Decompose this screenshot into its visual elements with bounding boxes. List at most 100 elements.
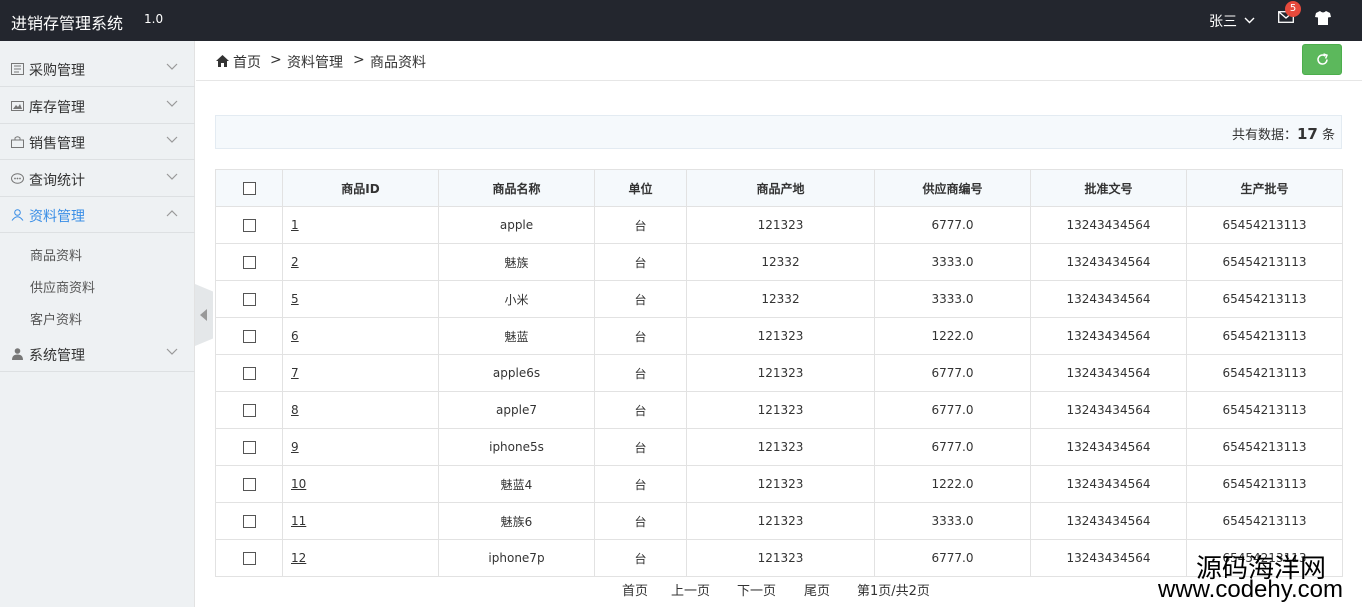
home-icon bbox=[216, 55, 229, 67]
document-icon bbox=[11, 63, 24, 75]
chat-icon bbox=[11, 173, 24, 184]
table-cell: 65454213113 bbox=[1186, 354, 1343, 392]
sidebar-collapse-toggle[interactable] bbox=[195, 284, 213, 346]
table-cell: 台 bbox=[594, 465, 687, 503]
table-cell: 13243434564 bbox=[1030, 428, 1187, 466]
refresh-button[interactable] bbox=[1302, 44, 1342, 75]
row-select-cell bbox=[215, 465, 283, 503]
row-select-cell bbox=[215, 502, 283, 540]
sidebar-item-sales[interactable]: 销售管理 bbox=[0, 124, 195, 160]
table-cell: 魅蓝 bbox=[438, 317, 595, 355]
table-header-row: 商品ID 商品名称 单位 商品产地 供应商编号 批准文号 生产批号 bbox=[215, 169, 1343, 207]
table-row: 7 apple6s 台 121323 6777.0 13243434564 65454213… bbox=[215, 354, 1343, 392]
row-checkbox[interactable] bbox=[242, 404, 256, 417]
table-cell: 3333.0 bbox=[874, 243, 1031, 281]
column-header[interactable]: 批准文号 bbox=[1030, 169, 1187, 207]
sidebar-item-purchase[interactable]: 采购管理 bbox=[0, 51, 195, 87]
row-checkbox[interactable] bbox=[242, 478, 256, 491]
table-cell: 121323 bbox=[686, 465, 875, 503]
column-header[interactable]: 供应商编号 bbox=[874, 169, 1031, 207]
product-id-link[interactable]: 11 bbox=[283, 514, 438, 528]
pager-next[interactable]: 下一页 bbox=[737, 580, 776, 599]
sidebar-item-label: 查询统计 bbox=[29, 173, 85, 189]
product-id-cell: 12 bbox=[282, 539, 439, 577]
table-cell: apple6s bbox=[438, 354, 595, 392]
column-header[interactable]: 商品名称 bbox=[438, 169, 595, 207]
bag-icon bbox=[11, 136, 24, 148]
skin-icon[interactable] bbox=[1315, 11, 1331, 25]
table-row: 5 小米台 12332 3333.0 13243434564 65454213113 bbox=[215, 280, 1343, 318]
table-cell: 121323 bbox=[686, 539, 875, 577]
table-cell: 台 bbox=[594, 280, 687, 318]
sidebar-item-query[interactable]: 查询统计 bbox=[0, 161, 195, 197]
table-cell: 13243434564 bbox=[1030, 465, 1187, 503]
column-header[interactable]: 生产批号 bbox=[1186, 169, 1343, 207]
pager-last[interactable]: 尾页 bbox=[804, 580, 830, 599]
submenu-item-customers[interactable]: 客户资料 bbox=[30, 309, 82, 328]
submenu-item-suppliers[interactable]: 供应商资料 bbox=[30, 277, 95, 296]
product-id-link[interactable]: 1 bbox=[283, 218, 438, 232]
breadcrumb-home[interactable]: 首页 bbox=[233, 52, 261, 72]
product-id-link[interactable]: 10 bbox=[283, 477, 438, 491]
table-cell: 3333.0 bbox=[874, 280, 1031, 318]
table-cell: 台 bbox=[594, 243, 687, 281]
row-checkbox[interactable] bbox=[242, 515, 256, 528]
sidebar-item-label: 销售管理 bbox=[29, 136, 85, 152]
product-id-link[interactable]: 2 bbox=[283, 255, 438, 269]
product-id-link[interactable]: 9 bbox=[283, 440, 438, 454]
table-cell: 6777.0 bbox=[874, 206, 1031, 244]
person-icon bbox=[12, 348, 23, 360]
table-cell: 台 bbox=[594, 428, 687, 466]
row-checkbox[interactable] bbox=[242, 293, 256, 306]
column-header[interactable]: 商品ID bbox=[282, 169, 439, 207]
table-cell: 6777.0 bbox=[874, 391, 1031, 429]
notification-badge: 5 bbox=[1285, 1, 1301, 17]
product-id-link[interactable]: 7 bbox=[283, 366, 438, 380]
sidebar-item-data[interactable]: 资料管理 bbox=[0, 197, 195, 233]
select-all-checkbox[interactable] bbox=[242, 182, 256, 195]
product-id-cell: 1 bbox=[282, 206, 439, 244]
refresh-icon bbox=[1317, 53, 1329, 65]
product-id-link[interactable]: 8 bbox=[283, 403, 438, 417]
table-cell: 12332 bbox=[686, 280, 875, 318]
product-id-link[interactable]: 6 bbox=[283, 329, 438, 343]
sidebar-item-system[interactable]: 系统管理 bbox=[0, 336, 195, 372]
breadcrumb-data-management[interactable]: 资料管理 bbox=[287, 52, 343, 72]
pager-first[interactable]: 首页 bbox=[622, 580, 648, 599]
table-cell: 13243434564 bbox=[1030, 243, 1187, 281]
table-cell: 魅族6 bbox=[438, 502, 595, 540]
submenu-item-products[interactable]: 商品资料 bbox=[30, 245, 82, 264]
table-cell: 65454213113 bbox=[1186, 465, 1343, 503]
top-bar: 进销存管理系统 1.0 张三 5 bbox=[0, 0, 1362, 41]
sidebar-item-inventory[interactable]: 库存管理 bbox=[0, 88, 195, 124]
sidebar-item-label: 库存管理 bbox=[29, 100, 85, 116]
table-cell: 台 bbox=[594, 206, 687, 244]
table-row: 8 apple7 台 121323 6777.0 13243434564 654542131… bbox=[215, 391, 1343, 429]
row-select-cell bbox=[215, 354, 283, 392]
app-version: 1.0 bbox=[144, 12, 164, 26]
row-checkbox[interactable] bbox=[242, 552, 256, 565]
table-row: 1 apple 台 121323 6777.0 13243434564 6545421311… bbox=[215, 206, 1343, 244]
product-id-link[interactable]: 12 bbox=[283, 551, 438, 565]
row-checkbox[interactable] bbox=[242, 367, 256, 380]
pager-prev[interactable]: 上一页 bbox=[671, 580, 710, 599]
user-menu[interactable]: 张三 bbox=[1209, 11, 1255, 31]
column-header[interactable]: 单位 bbox=[594, 169, 687, 207]
column-header[interactable]: 商品产地 bbox=[686, 169, 875, 207]
pager-info: 第1页/共2页 bbox=[857, 584, 930, 599]
row-checkbox[interactable] bbox=[242, 256, 256, 269]
table-row: 11 魅族6 台 121323 3333.0 13243434564 65454213113 bbox=[215, 502, 1343, 540]
breadcrumb: 首页 > 资料管理 > 商品资料 bbox=[196, 41, 1362, 81]
row-checkbox[interactable] bbox=[242, 330, 256, 343]
table-cell: 13243434564 bbox=[1030, 354, 1187, 392]
chevron-down-icon bbox=[166, 63, 178, 70]
product-id-link[interactable]: 5 bbox=[283, 292, 438, 306]
row-checkbox[interactable] bbox=[242, 441, 256, 454]
table-row: 6 魅蓝台 121323 1222.0 13243434564 65454213113 bbox=[215, 317, 1343, 355]
sidebar-item-label: 系统管理 bbox=[29, 348, 85, 364]
row-checkbox[interactable] bbox=[242, 219, 256, 232]
total-count: 共有数据：17 条 bbox=[1231, 125, 1335, 143]
table-cell: 121323 bbox=[686, 428, 875, 466]
chevron-down-icon bbox=[166, 136, 178, 143]
table-row: 12 iphone7p 台 121323 6777.0 13243434564 654542… bbox=[215, 539, 1343, 577]
